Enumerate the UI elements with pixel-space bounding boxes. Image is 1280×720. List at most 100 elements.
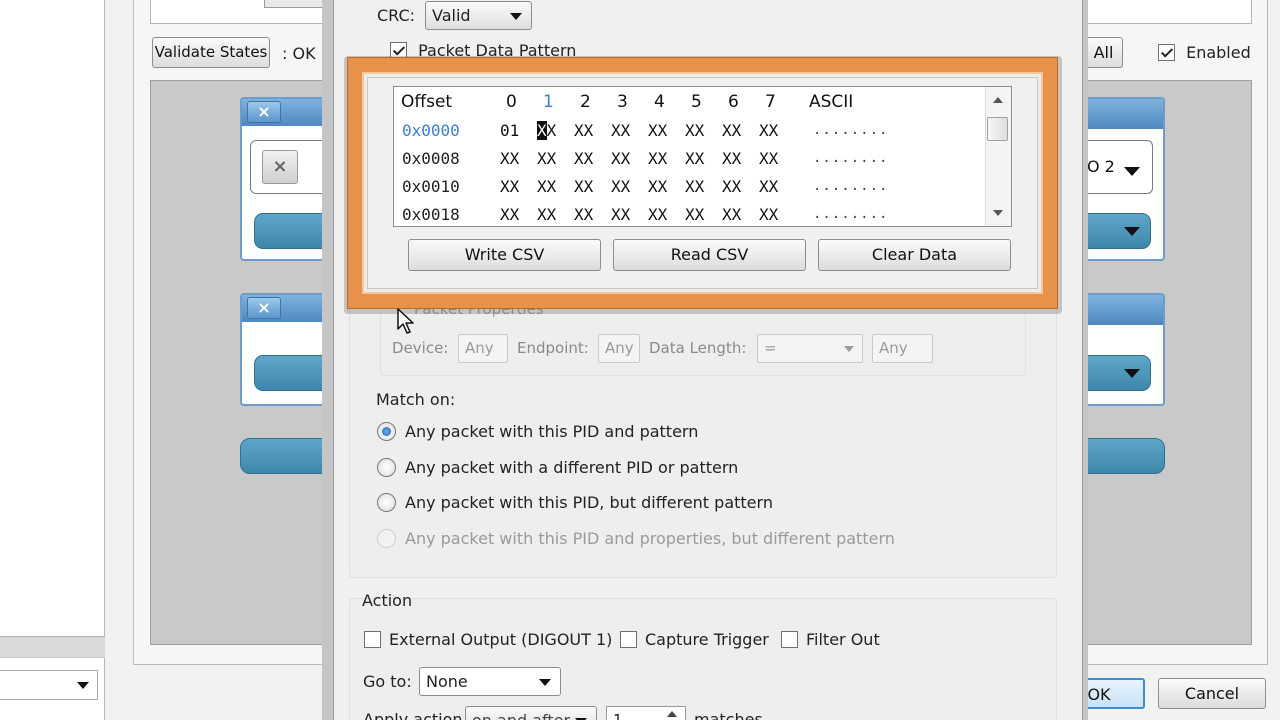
radio-icon[interactable] xyxy=(377,458,396,477)
hex-scrollbar[interactable] xyxy=(985,87,1011,226)
ok-button[interactable]: OK xyxy=(1085,678,1145,709)
hex-byte-cell[interactable]: XX xyxy=(722,149,756,168)
hex-byte-cell[interactable]: XX xyxy=(611,205,645,224)
scroll-down-icon[interactable] xyxy=(993,210,1003,216)
byte-column-header: 2 xyxy=(580,92,591,112)
capture-trigger-checkbox[interactable]: Capture Trigger xyxy=(620,630,769,649)
hex-byte-cell[interactable]: XX xyxy=(574,121,608,140)
endpoint-label: Endpoint: xyxy=(517,339,589,357)
hex-byte-cell[interactable]: XX xyxy=(574,177,608,196)
hex-byte-cell[interactable]: XX xyxy=(759,121,793,140)
checkbox-icon[interactable] xyxy=(364,631,381,648)
endpoint-field[interactable]: Any xyxy=(598,334,640,363)
apply-count-stepper[interactable]: 1 xyxy=(606,706,686,720)
hex-byte-cell[interactable]: XX xyxy=(648,205,682,224)
read-csv-button[interactable]: Read CSV xyxy=(613,239,806,271)
row-offset: 0x0008 xyxy=(402,149,460,168)
write-csv-button[interactable]: Write CSV xyxy=(408,239,601,271)
filter-out-label: Filter Out xyxy=(806,630,880,649)
hex-byte-cell[interactable]: XX xyxy=(611,177,645,196)
crc-select[interactable]: Valid xyxy=(425,1,532,30)
hex-byte-cell[interactable]: XX xyxy=(759,149,793,168)
close-icon[interactable]: × xyxy=(247,297,281,319)
hex-byte-cell[interactable]: XX xyxy=(537,177,571,196)
match-option-label: Any packet with this PID, but different … xyxy=(405,493,773,512)
action-group-box xyxy=(349,598,1057,720)
chevron-up-icon[interactable] xyxy=(667,711,677,717)
checkbox-icon[interactable] xyxy=(620,631,637,648)
hex-byte-cell[interactable]: XX xyxy=(759,205,793,224)
hex-byte-cell[interactable]: XX xyxy=(685,149,719,168)
data-length-operator: = xyxy=(764,339,777,357)
close-icon[interactable]: × xyxy=(262,150,298,184)
data-length-field[interactable]: Any xyxy=(872,334,933,363)
byte-column-header-active: 1 xyxy=(543,92,554,112)
hex-byte-cell[interactable]: XX xyxy=(574,149,608,168)
scrollbar-thumb[interactable] xyxy=(987,117,1008,141)
data-length-operator-select[interactable]: = xyxy=(757,334,863,363)
add-state-bar[interactable] xyxy=(1085,438,1165,474)
checkbox-icon[interactable] xyxy=(781,631,798,648)
hex-byte-cell[interactable]: XX xyxy=(611,121,645,140)
apply-suffix-label: matches xyxy=(694,710,763,720)
chevron-down-icon[interactable] xyxy=(1124,167,1140,176)
action-label: Action xyxy=(362,591,413,610)
external-output-checkbox[interactable]: External Output (DIGOUT 1) xyxy=(364,630,612,649)
apply-count-value: 1 xyxy=(613,711,623,720)
data-length-label: Data Length: xyxy=(649,339,747,357)
hex-byte-cell[interactable]: XX xyxy=(537,205,571,224)
device-field[interactable]: Any xyxy=(458,334,508,363)
hex-byte-cell[interactable]: XX xyxy=(500,177,534,196)
top-button[interactable] xyxy=(264,0,324,8)
hex-byte-cell[interactable]: 01 xyxy=(500,121,534,140)
scroll-up-icon[interactable] xyxy=(993,97,1003,103)
hex-byte-cell[interactable]: XX xyxy=(500,149,534,168)
row-ascii: ........ xyxy=(813,206,889,222)
hex-byte-cell[interactable]: XX xyxy=(722,121,756,140)
hex-byte-cell[interactable]: XX xyxy=(722,177,756,196)
hex-byte-cell[interactable]: XX xyxy=(648,121,682,140)
mouse-pointer-icon xyxy=(397,308,414,334)
match-option[interactable]: Any packet with this PID, but different … xyxy=(377,493,773,513)
match-option[interactable]: Any packet with a different PID or patte… xyxy=(377,458,738,478)
state-trigger-bar[interactable] xyxy=(1085,213,1151,249)
match-option[interactable]: Any packet with this PID and pattern xyxy=(377,422,698,442)
left-panel-dropdown[interactable] xyxy=(0,670,98,700)
hex-byte-cell[interactable]: XX xyxy=(759,177,793,196)
chevron-down-icon xyxy=(539,679,551,686)
hex-byte-cell[interactable]: XX xyxy=(574,205,608,224)
close-icon[interactable]: × xyxy=(247,101,281,123)
radio-icon[interactable] xyxy=(377,493,396,512)
hex-byte-cell[interactable]: XX xyxy=(685,177,719,196)
chevron-down-icon[interactable] xyxy=(1124,227,1140,236)
hex-byte-cell[interactable]: XX xyxy=(648,177,682,196)
hex-byte-cell-cursor[interactable]: XX xyxy=(537,121,571,140)
radio-selected-icon[interactable] xyxy=(377,422,396,441)
byte-column-header: 4 xyxy=(654,92,665,112)
apply-action-select[interactable]: on and after xyxy=(465,706,597,720)
state-card-right[interactable] xyxy=(1085,293,1165,406)
checkbox-icon[interactable] xyxy=(1158,44,1175,61)
byte-column-header: 3 xyxy=(617,92,628,112)
hex-byte-cell[interactable]: XX xyxy=(537,149,571,168)
external-output-label: External Output (DIGOUT 1) xyxy=(389,630,613,649)
chevron-down-icon[interactable] xyxy=(1124,369,1140,378)
all-button[interactable]: All xyxy=(1085,37,1123,68)
filter-out-checkbox[interactable]: Filter Out xyxy=(781,630,880,649)
hex-byte-cell[interactable]: XX xyxy=(648,149,682,168)
state-trigger-bar[interactable] xyxy=(1085,355,1151,391)
enabled-checkbox[interactable]: Enabled xyxy=(1158,42,1251,62)
hex-byte-cell[interactable]: XX xyxy=(500,205,534,224)
chevron-down-icon xyxy=(510,13,522,20)
clear-data-button[interactable]: Clear Data xyxy=(818,239,1011,271)
hex-byte-cell[interactable]: XX xyxy=(685,205,719,224)
hex-byte-cell[interactable]: XX xyxy=(685,121,719,140)
goto-select[interactable]: None xyxy=(419,667,561,696)
apply-action-value: on and after xyxy=(472,711,570,720)
match-on-label: Match on: xyxy=(376,390,456,409)
validate-states-button[interactable]: Validate States xyxy=(152,37,270,68)
hex-byte-cell[interactable]: XX xyxy=(611,149,645,168)
hex-byte-cell[interactable]: XX xyxy=(722,205,756,224)
byte-column-header: 0 xyxy=(506,92,517,112)
cancel-button[interactable]: Cancel xyxy=(1158,678,1266,709)
